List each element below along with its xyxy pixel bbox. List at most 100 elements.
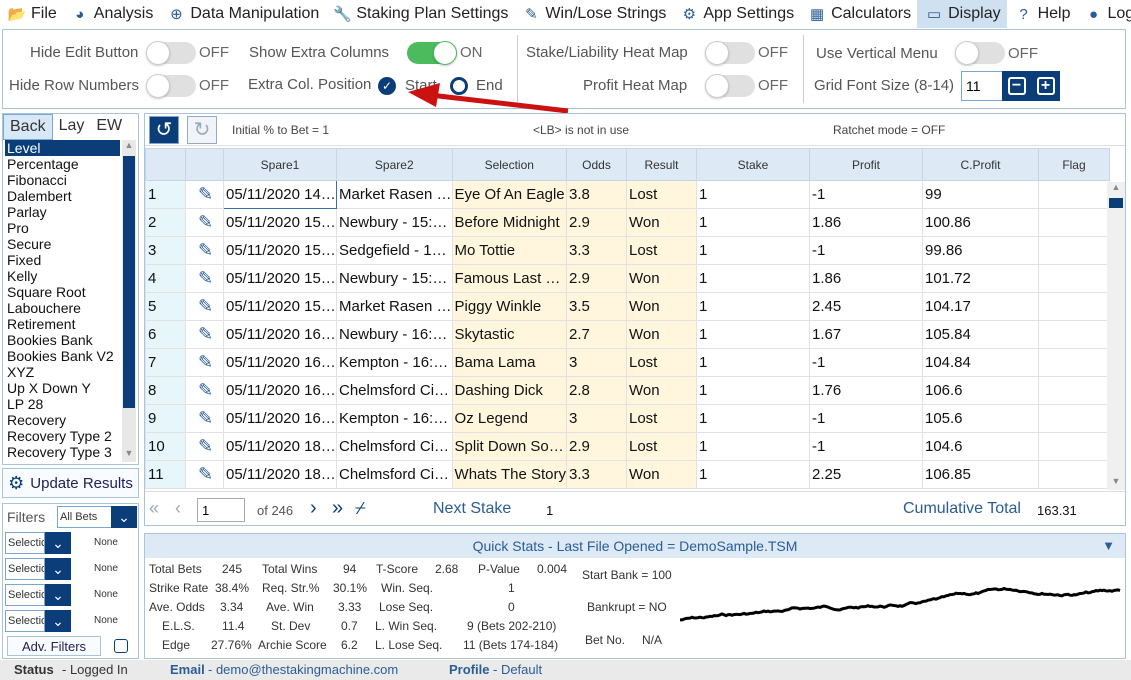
table-cell[interactable]: Lost	[625, 432, 697, 461]
col-header[interactable]: Selection	[451, 148, 567, 181]
table-cell[interactable]: 1	[695, 404, 810, 433]
table-cell[interactable]: 2.7	[565, 320, 627, 349]
pencil-icon[interactable]: ✎	[198, 296, 213, 316]
menu-win-lose-strings[interactable]: ✎ Win/Lose Strings	[514, 0, 672, 28]
table-row[interactable]: 7 ✎ 05/11/2020 16… Kempton - 16:… Bama Lama 3…	[145, 348, 1110, 377]
table-cell[interactable]: Won	[625, 292, 697, 321]
selection-filter-select[interactable]: Selectio	[5, 610, 45, 632]
table-cell[interactable]	[1037, 348, 1110, 377]
adv-filters-checkbox[interactable]	[114, 639, 128, 653]
table-cell[interactable]: 100.86	[921, 208, 1039, 237]
scroll-down-icon[interactable]: ▼	[122, 448, 136, 462]
selection-filter-select[interactable]: Selectio	[5, 558, 45, 580]
table-row[interactable]: 8 ✎ 05/11/2020 16… Chelmsford Ci… Dashing Di…	[145, 376, 1110, 405]
heat-profit-toggle[interactable]	[705, 74, 755, 98]
table-cell[interactable]: Lost	[625, 236, 697, 265]
pencil-icon[interactable]: ✎	[198, 268, 213, 288]
table-cell[interactable]: Chelmsford Ci…	[336, 376, 453, 405]
table-cell[interactable]: 2.8	[565, 376, 627, 405]
table-cell[interactable]: 1.67	[808, 320, 923, 349]
table-cell[interactable]: Sedgefield - 1…	[336, 236, 453, 265]
table-row[interactable]: 9 ✎ 05/11/2020 16… Kempton - 16:… Oz Legend 3…	[145, 404, 1110, 433]
edit-cell[interactable]: ✎	[185, 180, 224, 209]
table-cell[interactable]: 1.86	[808, 264, 923, 293]
font-size-input[interactable]	[961, 71, 1003, 101]
table-cell[interactable]: 99.86	[921, 236, 1039, 265]
tab-ew[interactable]: EW	[90, 114, 128, 140]
method-item[interactable]: Dalembert	[5, 188, 120, 204]
method-item[interactable]: Labouchere	[5, 300, 120, 316]
table-cell[interactable]: 05/11/2020 15…	[223, 264, 337, 293]
table-cell[interactable]: Won	[625, 320, 697, 349]
tab-back[interactable]: Back	[3, 114, 53, 140]
show-extra-toggle[interactable]	[407, 41, 457, 65]
table-cell[interactable]: Won	[625, 460, 697, 489]
table-cell[interactable]: Newbury - 16:…	[336, 320, 453, 349]
table-cell[interactable]: 1	[695, 236, 810, 265]
edit-cell[interactable]: ✎	[185, 432, 224, 461]
col-header[interactable]: Profit	[808, 148, 923, 181]
redo-icon[interactable]: ↻	[187, 116, 217, 144]
method-item[interactable]: Parlay	[5, 204, 120, 220]
table-cell[interactable]: Won	[625, 264, 697, 293]
pencil-icon[interactable]: ✎	[198, 352, 213, 372]
table-cell[interactable]: Won	[625, 376, 697, 405]
method-item[interactable]: Bookies Bank	[5, 332, 120, 348]
table-cell[interactable]	[1037, 320, 1110, 349]
table-cell[interactable]: 1	[695, 264, 810, 293]
method-item[interactable]: Level	[5, 140, 120, 156]
table-cell[interactable]: 3	[565, 348, 627, 377]
minus-icon[interactable]: −	[1007, 77, 1026, 95]
table-cell[interactable]: Market Rasen …	[336, 180, 453, 209]
col-header[interactable]: Stake	[695, 148, 810, 181]
table-cell[interactable]: Piggy Winkle	[451, 292, 567, 321]
start-radio-checked-icon[interactable]: ✓	[378, 77, 396, 95]
collapse-icon[interactable]: ▼	[1102, 534, 1115, 558]
table-cell[interactable]	[1037, 264, 1110, 293]
method-item[interactable]: XYZ	[5, 364, 120, 380]
table-cell[interactable]: 3	[565, 404, 627, 433]
table-cell[interactable]: Won	[625, 208, 697, 237]
table-cell[interactable]: 106.85	[921, 460, 1039, 489]
table-cell[interactable]	[1037, 208, 1110, 237]
menu-help[interactable]: ? Help	[1007, 0, 1077, 28]
all-bets-select[interactable]: All Bets	[57, 506, 113, 528]
hide-rows-toggle[interactable]	[146, 74, 196, 98]
scroll-thumb[interactable]	[1109, 198, 1123, 208]
table-cell[interactable]: 2.9	[565, 208, 627, 237]
grid-scrollbar[interactable]: ▲ ▼	[1107, 182, 1125, 490]
method-item[interactable]: Recovery Type 3	[5, 444, 120, 460]
edit-cell[interactable]: ✎	[185, 320, 224, 349]
table-cell[interactable]	[1037, 404, 1110, 433]
pencil-icon[interactable]: ✎	[198, 380, 213, 400]
undo-icon[interactable]: ↺	[149, 116, 179, 144]
edit-cell[interactable]: ✎	[185, 348, 224, 377]
table-cell[interactable]: Skytastic	[451, 320, 567, 349]
table-cell[interactable]: -1	[808, 432, 923, 461]
table-cell[interactable]: 05/11/2020 16…	[223, 376, 337, 405]
chevron-down-icon[interactable]: ⌄	[45, 532, 71, 554]
edit-cell[interactable]: ✎	[185, 292, 224, 321]
table-cell[interactable]: Before Midnight	[451, 208, 567, 237]
method-item[interactable]: Fibonacci	[5, 172, 120, 188]
table-cell[interactable]: Chelmsford Ci…	[336, 460, 453, 489]
chevron-down-icon[interactable]: ⌄	[111, 506, 137, 528]
edit-cell[interactable]: ✎	[185, 236, 224, 265]
table-cell[interactable]: 05/11/2020 15…	[223, 292, 337, 321]
table-cell[interactable]: 3.3	[565, 236, 627, 265]
selection-filter-select[interactable]: Selectio	[5, 532, 45, 554]
methods-scrollbar[interactable]: ▲ ▼	[122, 140, 136, 462]
table-cell[interactable]: 106.6	[921, 376, 1039, 405]
menu-data-manipulation[interactable]: ⊕ Data Manipulation	[159, 0, 325, 28]
table-cell[interactable]: Eye Of An Eagle	[451, 180, 567, 209]
table-cell[interactable]: Lost	[625, 404, 697, 433]
table-cell[interactable]: 05/11/2020 16…	[223, 404, 337, 433]
selection-filter-select[interactable]: Selectio	[5, 584, 45, 606]
table-cell[interactable]: 1	[695, 180, 810, 209]
scroll-up-icon[interactable]: ▲	[122, 140, 136, 154]
table-row[interactable]: 10 ✎ 05/11/2020 18… Chelmsford Ci… Split Dow…	[145, 432, 1110, 461]
table-cell[interactable]: Chelmsford Ci…	[336, 432, 453, 461]
table-cell[interactable]: -1	[808, 348, 923, 377]
col-header[interactable]: Spare1	[223, 148, 337, 181]
table-cell[interactable]	[1037, 236, 1110, 265]
